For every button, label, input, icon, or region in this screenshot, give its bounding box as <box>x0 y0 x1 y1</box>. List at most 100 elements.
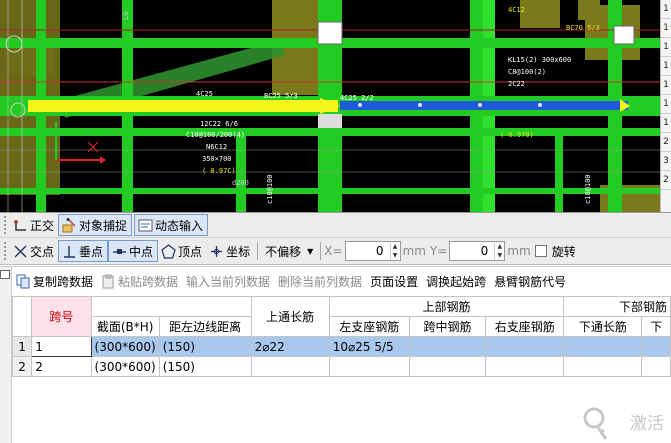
cad-label: 4C25 2/2 <box>340 94 374 102</box>
left-support-cell[interactable] <box>328 356 410 377</box>
cad-label: 350×700 <box>202 155 232 163</box>
delete-column-button[interactable]: 删除当前列数据 <box>274 270 366 294</box>
rotate-checkbox[interactable] <box>534 245 547 257</box>
bottom-long-cell[interactable] <box>563 336 643 357</box>
spin-arrows-icon[interactable]: ▲ ▼ <box>389 242 400 260</box>
span-no-cell[interactable]: 1 <box>31 336 92 357</box>
strip-cell: 1 <box>661 38 671 57</box>
cad-label: c10@100 <box>584 174 592 204</box>
cad-label: 12C22 6/6 <box>200 120 238 128</box>
dist-left-cell[interactable]: (150) <box>158 356 252 377</box>
page-setup-label: 页面设置 <box>370 275 419 289</box>
dynamic-input-button[interactable]: 动态输入 <box>134 214 209 236</box>
strip-cell: 1 <box>661 76 671 95</box>
cad-label: 2C22 <box>508 80 525 88</box>
snap-icon <box>62 217 77 233</box>
x-offset-input[interactable]: 0 ▲ ▼ <box>344 241 401 261</box>
mid-span-cell[interactable] <box>408 356 487 377</box>
left-support-cell[interactable]: 10⌀25 5/5 <box>328 336 410 357</box>
table-row[interactable]: 1 1 (300*600) (150) 2⌀22 10⌀25 5/5 <box>12 336 671 357</box>
midpoint-button[interactable]: 中点 <box>108 240 159 262</box>
mid-span-header[interactable]: 跨中钢筋 <box>408 316 487 337</box>
cad-label: LG <box>122 12 130 20</box>
paste-span-button[interactable]: 粘贴跨数据 <box>97 270 182 294</box>
top-long-cell[interactable]: 2⌀22 <box>250 336 330 357</box>
section-header[interactable]: 截面(B*H) <box>90 316 160 337</box>
dist-left-cell[interactable]: (150) <box>158 336 252 357</box>
cad-label: d200 <box>232 179 249 187</box>
input-column-button[interactable]: 输入当前列数据 <box>182 270 274 294</box>
span-table: 跨号 上通长筋 上部钢筋 下部钢筋 截面(B*H) 距左边线距离 左支座钢筋 跨… <box>12 296 671 377</box>
offset-mode-value: 不偏移 <box>265 244 302 259</box>
right-support-cell[interactable] <box>485 336 565 357</box>
bottom-long-header[interactable]: 下通长筋 <box>563 316 643 337</box>
row-number[interactable]: 1 <box>12 336 33 357</box>
ortho-icon <box>13 218 28 233</box>
top-rebar-group-header: 上部钢筋 <box>328 296 565 317</box>
span-data-grid[interactable]: 跨号 上通长筋 上部钢筋 下部钢筋 截面(B*H) 距左边线距离 左支座钢筋 跨… <box>12 296 671 443</box>
offset-mode-select[interactable]: 不偏移 ▼ <box>261 241 317 261</box>
strip-cell: 1 <box>661 57 671 76</box>
span-no-cell[interactable]: 2 <box>31 356 92 377</box>
bottom-more-cell[interactable] <box>641 336 671 357</box>
spin-arrows-icon[interactable]: ▲ ▼ <box>494 242 504 260</box>
panel-icon <box>0 269 10 279</box>
y-offset-value: 0 <box>480 244 489 258</box>
bottom-rebar-group-header: 下部钢筋 <box>563 296 671 317</box>
cad-canvas[interactable]: 4C12 BC70 5/3 4C25 BC25 5/3 4C25 2/2 12C… <box>0 0 660 212</box>
chevron-down-icon: ▼ <box>307 246 314 256</box>
span-no-header[interactable]: 跨号 <box>31 296 92 337</box>
dist-left-header[interactable]: 距左边线距离 <box>158 316 252 337</box>
section-cell[interactable]: (300*600) <box>90 336 160 357</box>
copy-icon <box>16 274 31 289</box>
bottom-long-cell[interactable] <box>563 356 643 377</box>
x-label: X= <box>324 244 343 258</box>
input-column-label: 输入当前列数据 <box>186 275 271 289</box>
top-long-header[interactable]: 上通长筋 <box>250 296 330 337</box>
left-support-header[interactable]: 左支座钢筋 <box>328 316 410 337</box>
cad-label: 4C12 <box>508 6 525 14</box>
x-unit: mm <box>402 244 426 258</box>
right-support-header[interactable]: 右支座钢筋 <box>485 316 565 337</box>
cad-label: 4C25 <box>196 90 213 98</box>
table-row[interactable]: 2 2 (300*600) (150) <box>12 356 671 377</box>
section-cell[interactable]: (300*600) <box>90 356 160 377</box>
perpendicular-button[interactable]: 垂点 <box>58 240 109 262</box>
vertex-button[interactable]: 顶点 <box>158 240 206 262</box>
right-support-cell[interactable] <box>485 356 565 377</box>
app-window: 4C12 BC70 5/3 4C25 BC25 5/3 4C25 2/2 12C… <box>0 0 671 443</box>
top-long-cell[interactable] <box>250 356 330 377</box>
strip-cell: 1 <box>661 19 671 38</box>
cad-label: ( 0.97C) <box>202 167 236 175</box>
coordinate-button[interactable]: 坐标 <box>206 240 254 262</box>
cantilever-code-button[interactable]: 悬臂钢筋代号 <box>490 270 570 294</box>
page-setup-button[interactable]: 页面设置 <box>366 270 422 294</box>
header-blank <box>90 296 252 317</box>
bottom-more-cell[interactable] <box>641 356 671 377</box>
vertex-icon <box>161 243 176 259</box>
ortho-button[interactable]: 正交 <box>10 214 58 236</box>
cad-label: (-0.970) <box>500 131 534 139</box>
adjust-start-span-label: 调换起始跨 <box>426 275 487 289</box>
corner-cell <box>12 296 33 337</box>
header-row-2: 截面(B*H) 距左边线距离 左支座钢筋 跨中钢筋 右支座钢筋 下通长筋 下 <box>13 316 671 337</box>
bottom-more-header[interactable]: 下 <box>641 316 671 337</box>
watermark-text: 激活 <box>630 414 664 434</box>
intersection-button[interactable]: 交点 <box>10 240 58 262</box>
strip-cell: 1 <box>661 95 671 114</box>
y-offset-input[interactable]: 0 ▲ ▼ <box>449 241 506 261</box>
y-unit: mm <box>507 244 531 258</box>
toolbar-separator <box>257 242 259 260</box>
adjust-start-span-button[interactable]: 调换起始跨 <box>422 270 490 294</box>
cad-label: BC25 5/3 <box>264 92 298 100</box>
panel-icon-strip <box>0 267 12 296</box>
coordinate-label: 坐标 <box>226 244 251 259</box>
object-snap-button[interactable]: 对象捕捉 <box>58 214 133 236</box>
toolbar-grip[interactable] <box>4 242 8 260</box>
toolbar-separator <box>320 242 322 260</box>
copy-span-button[interactable]: 复制跨数据 <box>12 270 97 294</box>
key-icon <box>583 407 608 440</box>
row-number[interactable]: 2 <box>12 356 33 377</box>
mid-span-cell[interactable] <box>408 336 487 357</box>
toolbar-grip[interactable] <box>4 216 8 234</box>
